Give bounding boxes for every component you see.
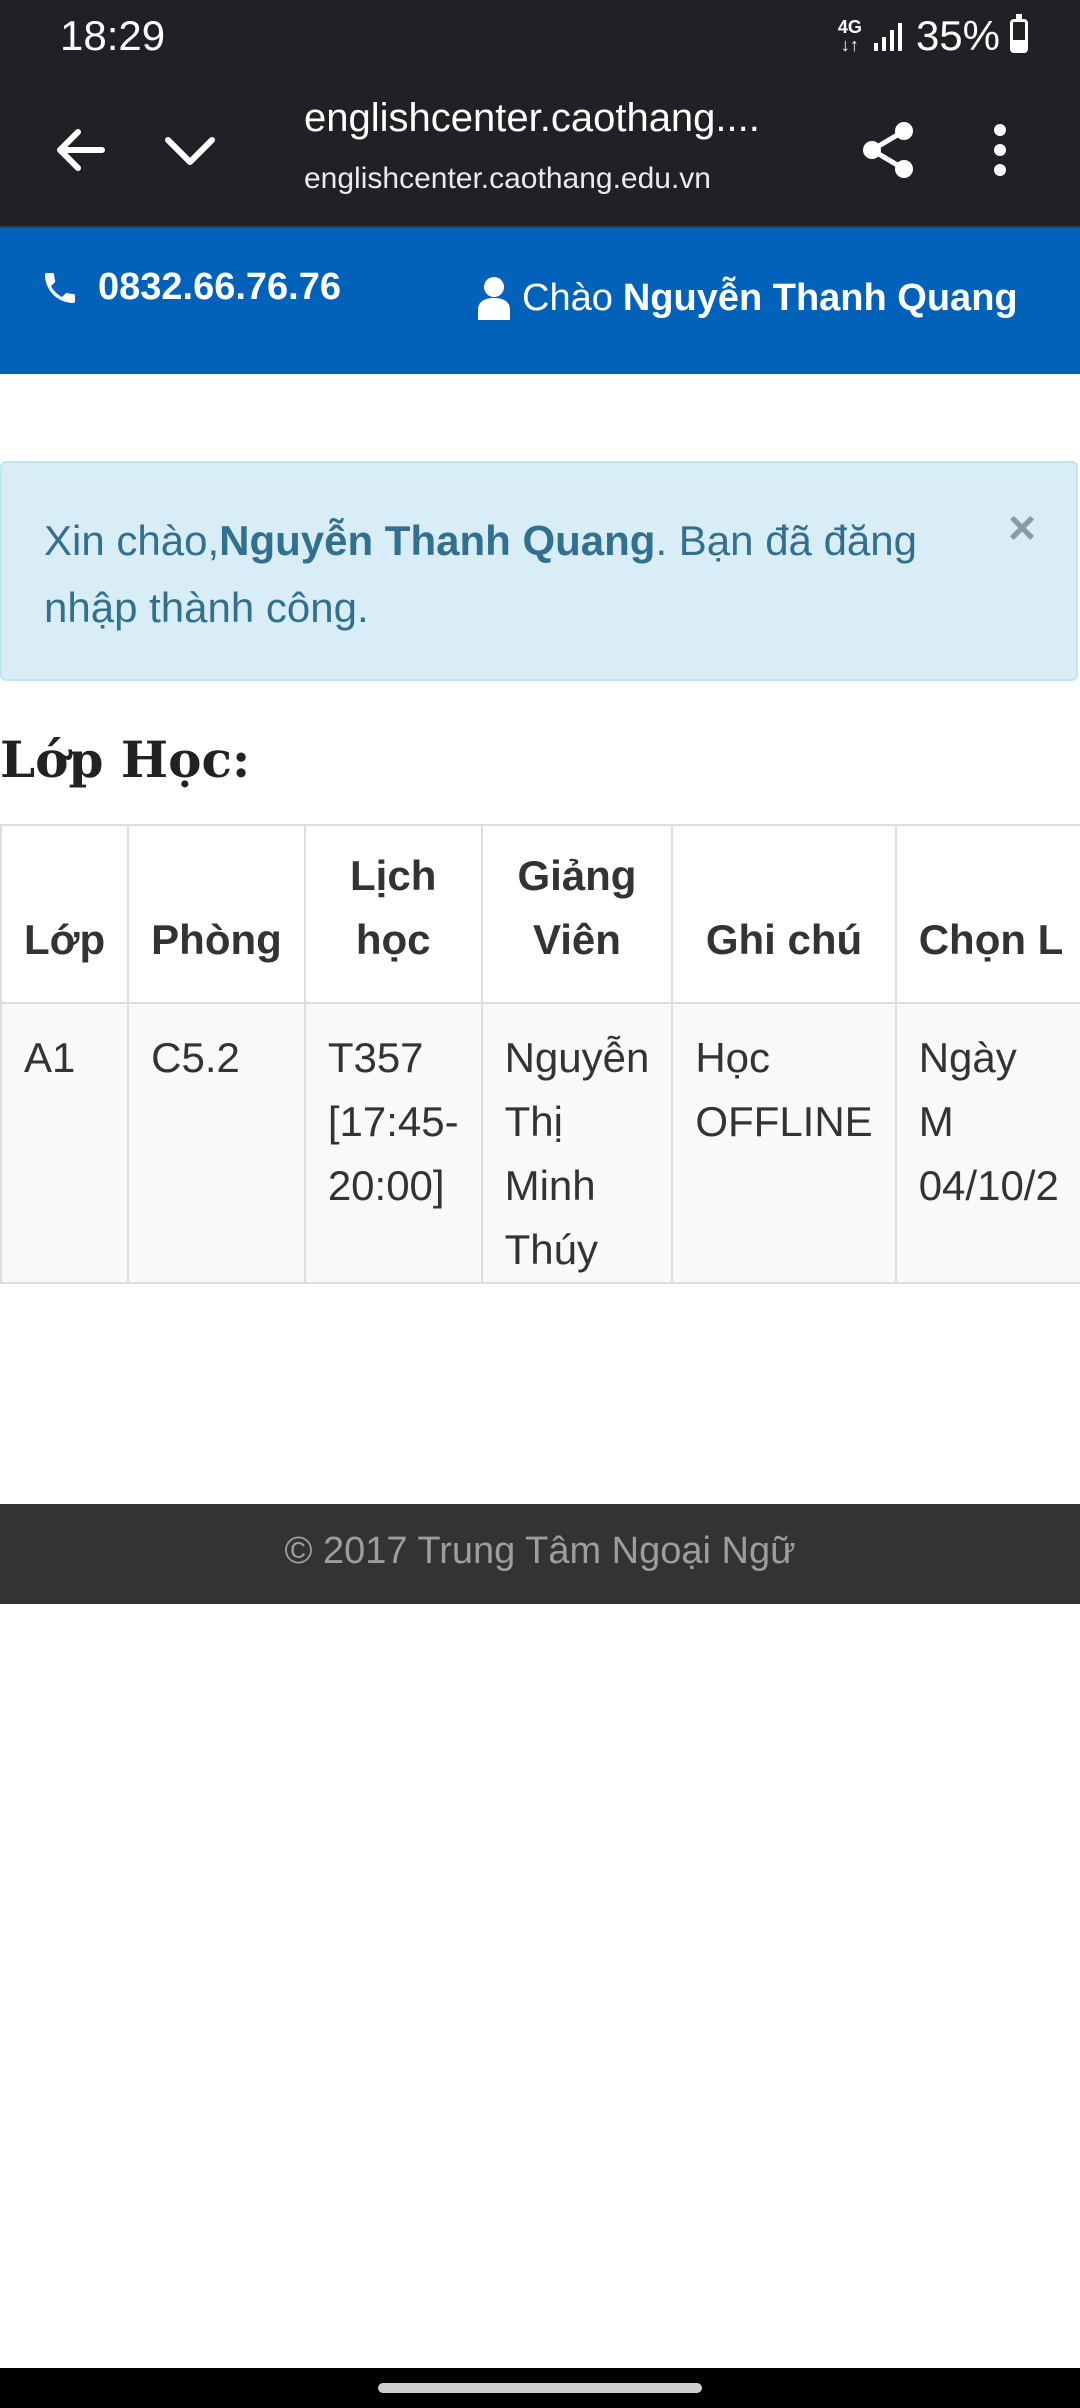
table-row: A1 C5.2 T357 [17:45-20:00] Nguyễn Thị Mi… [0, 1002, 1080, 1284]
cell-schedule: T357 [17:45-20:00] [303, 1002, 483, 1284]
login-success-alert: Xin chào,Nguyễn Thanh Quang. Bạn đã đăng… [0, 461, 1078, 681]
section-heading: Lớp Học: [0, 730, 251, 789]
phone-contact[interactable]: 0832.66.76.76 [40, 266, 341, 309]
column-header-schedule: Lịch học [303, 824, 483, 1004]
signal-icon [873, 23, 902, 51]
back-arrow-icon[interactable] [40, 114, 120, 186]
cell-select[interactable]: Ngày M 04/10/2 [894, 1002, 1080, 1284]
more-vert-icon[interactable] [960, 112, 1040, 188]
column-header-note: Ghi chú [671, 824, 897, 1004]
column-header-teacher: Giảng Viên [480, 824, 674, 1004]
battery-fill [1013, 40, 1025, 50]
status-indicators: 4G ↓↑ 35% [838, 12, 1028, 60]
greeting-label: Chào [522, 276, 613, 319]
status-time: 18:29 [60, 12, 166, 59]
site-header: 0832.66.76.76 Chào Nguyễn Thanh Quang [0, 228, 1080, 374]
user-icon [478, 277, 510, 320]
cell-teacher: Nguyễn Thị Minh Thúy [480, 1002, 674, 1284]
phone-icon [45, 272, 75, 303]
share-icon[interactable] [848, 112, 928, 188]
table-header-row: Lớp Phòng Lịch học Giảng Viên Ghi chú Ch… [0, 824, 1080, 1004]
classes-table: Lớp Phòng Lịch học Giảng Viên Ghi chú Ch… [0, 824, 1080, 1284]
classes-table-viewport[interactable]: Lớp Phòng Lịch học Giảng Viên Ghi chú Ch… [0, 824, 1080, 1304]
network-type-label: 4G [837, 17, 862, 37]
user-name: Nguyễn Thanh Quang [622, 276, 1018, 319]
browser-toolbar: englishcenter.caothang.... englishcenter… [0, 72, 1080, 228]
user-greeting[interactable]: Chào Nguyễn Thanh Quang [476, 276, 1018, 320]
chevron-down-icon[interactable] [150, 114, 230, 186]
column-header-class: Lớp [0, 824, 130, 1004]
network-type-icon: 4G ↓↑ [837, 17, 862, 55]
footer-copyright: © 2017 Trung Tâm Ngoại Ngữ [284, 1530, 796, 1572]
cell-class: A1 [0, 1002, 130, 1284]
column-header-select: Chọn L [894, 824, 1080, 1004]
close-icon[interactable]: × [1000, 505, 1044, 553]
phone-number: 0832.66.76.76 [98, 266, 342, 308]
column-header-room: Phòng [127, 824, 306, 1004]
cell-note: Học OFFLINE [671, 1002, 897, 1284]
battery-percent: 35% [915, 12, 1000, 59]
battery-icon [1010, 14, 1028, 53]
gesture-nav-bar [0, 2368, 1080, 2408]
alert-user-name: Nguyễn Thanh Quang [219, 517, 656, 564]
cell-room: C5.2 [127, 1002, 306, 1284]
alert-prefix: Xin chào, [44, 517, 220, 564]
page-footer: © 2017 Trung Tâm Ngoại Ngữ [0, 1504, 1080, 1604]
url-domain[interactable]: englishcenter.caothang.edu.vn [304, 162, 784, 196]
page-title[interactable]: englishcenter.caothang.... [304, 96, 784, 141]
alert-message: Xin chào,Nguyễn Thanh Quang. Bạn đã đăng… [44, 507, 964, 641]
home-gesture-handle[interactable] [378, 2383, 702, 2393]
status-bar: 18:29 4G ↓↑ 35% [0, 0, 1080, 72]
